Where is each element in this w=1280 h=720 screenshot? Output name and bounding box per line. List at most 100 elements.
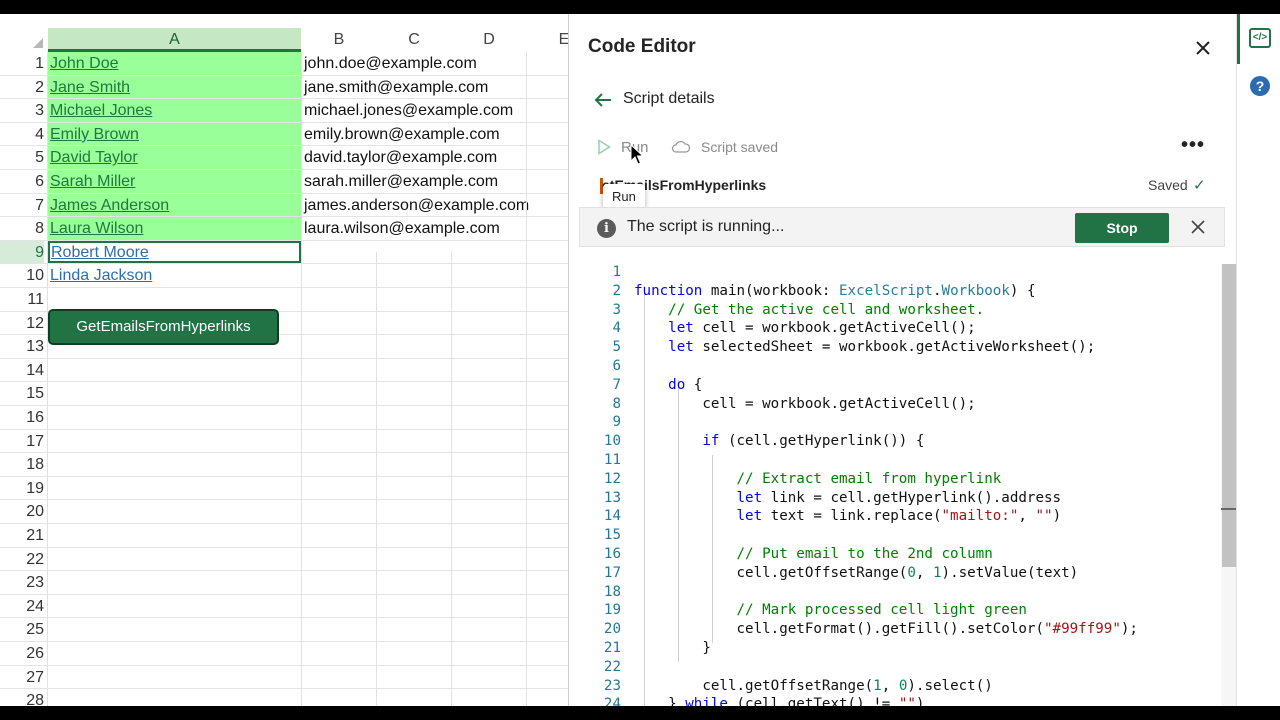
row-number[interactable]: 11	[0, 288, 44, 311]
cell[interactable]	[48, 618, 301, 641]
row-number[interactable]: 22	[0, 548, 44, 571]
cell[interactable]	[48, 595, 301, 618]
code-text: // Put email to the 2nd column	[736, 546, 993, 562]
code-editor-icon[interactable]: </>	[1249, 28, 1271, 48]
line-number: 22	[603, 658, 621, 675]
code-text: do {	[668, 376, 703, 393]
get-emails-script-button[interactable]: GetEmailsFromHyperlinks	[48, 309, 279, 345]
cell[interactable]	[48, 477, 301, 500]
column-header-b[interactable]: B	[302, 28, 376, 52]
column-header-a[interactable]: A	[48, 28, 301, 52]
hyperlink-cell[interactable]: Sarah Miller	[48, 170, 301, 193]
row-number[interactable]: 21	[0, 524, 44, 547]
cell[interactable]	[48, 430, 301, 453]
spreadsheet-grid: A B C D E 1 John Doe john.doe@example.com 2…	[0, 14, 568, 706]
row-number[interactable]: 14	[0, 359, 44, 382]
code-editor-pane: Code Editor Script details Run Script sa…	[568, 14, 1237, 706]
row-number[interactable]: 25	[0, 618, 44, 641]
row-number[interactable]: 16	[0, 406, 44, 429]
hyperlink-cell[interactable]: Emily Brown	[48, 122, 301, 146]
select-all-corner[interactable]	[0, 28, 47, 52]
dismiss-icon[interactable]	[1190, 219, 1206, 235]
cell[interactable]	[48, 500, 301, 523]
row-number[interactable]: 13	[0, 335, 44, 358]
row-number[interactable]: 10	[0, 264, 44, 287]
row-number[interactable]: 23	[0, 571, 44, 594]
code-line: 23 cell.getOffsetRange(1, 0).select()	[579, 677, 993, 696]
line-number: 12	[603, 470, 621, 487]
row-number[interactable]: 3	[0, 99, 44, 122]
code-line: 4 let cell = workbook.getActiveCell();	[579, 319, 975, 338]
row-number[interactable]: 26	[0, 642, 44, 665]
row-number[interactable]: 15	[0, 382, 44, 405]
hyperlink-cell[interactable]: David Taylor	[48, 146, 301, 169]
hyperlink-cell[interactable]: Michael Jones	[48, 99, 301, 122]
code-line: 9	[579, 413, 621, 432]
row-number[interactable]: 8	[0, 217, 44, 240]
more-options-button[interactable]: •••	[1181, 134, 1205, 157]
scroll-thumb[interactable]	[1222, 264, 1237, 567]
close-icon[interactable]	[1193, 38, 1213, 58]
code-line: 5 let selectedSheet = workbook.getActive…	[579, 338, 1095, 357]
cell[interactable]	[48, 548, 301, 571]
cell[interactable]	[48, 359, 301, 382]
info-icon: i	[597, 219, 616, 238]
script-details-link[interactable]: Script details	[623, 90, 715, 108]
cell[interactable]	[48, 382, 301, 405]
row-number[interactable]: 7	[0, 194, 44, 217]
column-header-c[interactable]: C	[377, 28, 451, 52]
help-icon[interactable]: ?	[1250, 76, 1270, 96]
row-number[interactable]: 12	[0, 312, 44, 335]
email-cell[interactable]: sarah.miller@example.com	[304, 170, 498, 193]
column-header-d[interactable]: D	[452, 28, 526, 52]
row-number[interactable]: 2	[0, 76, 44, 99]
cell[interactable]	[48, 288, 301, 311]
line-number: 8	[612, 395, 621, 412]
row-number[interactable]: 19	[0, 477, 44, 500]
hyperlink-cell[interactable]: Robert Moore	[48, 240, 301, 264]
row-number[interactable]: 28	[0, 689, 44, 706]
cell[interactable]	[48, 666, 301, 689]
row-number[interactable]: 24	[0, 595, 44, 618]
row-number[interactable]: 18	[0, 453, 44, 476]
row-number[interactable]: 27	[0, 666, 44, 689]
table-row: 18	[0, 453, 568, 477]
row-number[interactable]: 4	[0, 123, 44, 146]
row-number[interactable]: 5	[0, 146, 44, 169]
row-number[interactable]: 6	[0, 170, 44, 193]
hyperlink-cell[interactable]: Linda Jackson	[48, 264, 301, 287]
email-cell[interactable]: john.doe@example.com	[304, 52, 477, 75]
hyperlink-cell[interactable]: Jane Smith	[48, 75, 301, 99]
active-indicator	[1237, 14, 1240, 64]
email-cell[interactable]: michael.jones@example.com	[304, 99, 513, 122]
email-cell[interactable]: emily.brown@example.com	[304, 123, 500, 146]
row-number[interactable]: 9	[0, 240, 44, 264]
cell[interactable]	[48, 453, 301, 476]
code-area[interactable]: 1 2 function main(workbook: ExcelScript.Wo…	[579, 249, 1219, 706]
column-header-e[interactable]: E	[527, 28, 568, 52]
table-row: 19	[0, 477, 568, 501]
email-cell[interactable]: david.taylor@example.com	[304, 146, 497, 169]
stop-button[interactable]: Stop	[1075, 213, 1169, 243]
cell[interactable]	[48, 689, 301, 706]
cell[interactable]	[48, 524, 301, 547]
email-cell[interactable]: jane.smith@example.com	[304, 76, 488, 99]
hyperlink-cell[interactable]: John Doe	[48, 52, 301, 75]
row-number[interactable]: 17	[0, 430, 44, 453]
code-text: // Extract email from hyperlink	[736, 470, 1002, 487]
hyperlink-cell[interactable]: James Anderson	[48, 193, 301, 217]
code-text: let selectedSheet = workbook.getActiveWo…	[668, 339, 1096, 356]
row-number[interactable]: 1	[0, 52, 44, 75]
mouse-cursor-icon	[630, 144, 644, 165]
back-arrow-icon[interactable]	[593, 92, 613, 108]
row-number[interactable]: 20	[0, 500, 44, 523]
cell[interactable]	[48, 642, 301, 665]
email-cell[interactable]: laura.wilson@example.com	[304, 217, 500, 240]
cell[interactable]	[48, 571, 301, 594]
email-cell[interactable]: james.anderson@example.com	[304, 194, 529, 217]
code-text: cell.getFormat().getFill().setColor("#99…	[634, 621, 1138, 638]
line-number: 11	[603, 452, 621, 468]
cell[interactable]	[48, 406, 301, 429]
code-scrollbar[interactable]	[1221, 264, 1237, 706]
hyperlink-cell[interactable]: Laura Wilson	[48, 217, 301, 240]
